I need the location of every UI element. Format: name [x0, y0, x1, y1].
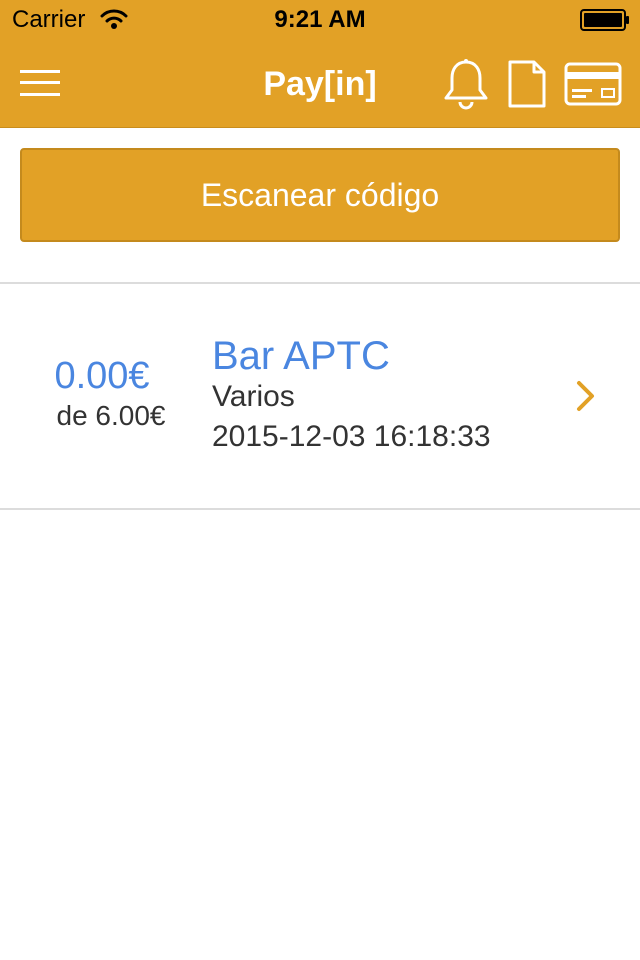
bell-icon[interactable]: [442, 58, 490, 110]
menu-icon[interactable]: [20, 68, 60, 98]
status-time: 9:21 AM: [274, 6, 366, 33]
total-amount: de 6.00€: [56, 400, 166, 431]
battery-icon: [580, 9, 629, 31]
credit-card-icon[interactable]: [564, 62, 622, 106]
scan-code-button[interactable]: Escanear código: [20, 148, 620, 242]
header: Carrier 9:21 AM Pay[in]: [0, 0, 640, 128]
payment-category: Varios: [212, 380, 295, 413]
chevron-right-icon: [577, 381, 594, 411]
payment-list-item[interactable]: 0.00€ de 6.00€ Bar APTC Varios 2015-12-0…: [0, 284, 640, 508]
payment-datetime: 2015-12-03 16:18:33: [212, 420, 491, 453]
divider: [0, 508, 640, 510]
paid-amount: 0.00€: [54, 355, 150, 397]
status-bar: Carrier 9:21 AM: [0, 0, 640, 40]
document-icon[interactable]: [508, 60, 546, 108]
nav-bar: Pay[in]: [0, 40, 640, 128]
merchant-name: Bar APTC: [212, 334, 390, 378]
